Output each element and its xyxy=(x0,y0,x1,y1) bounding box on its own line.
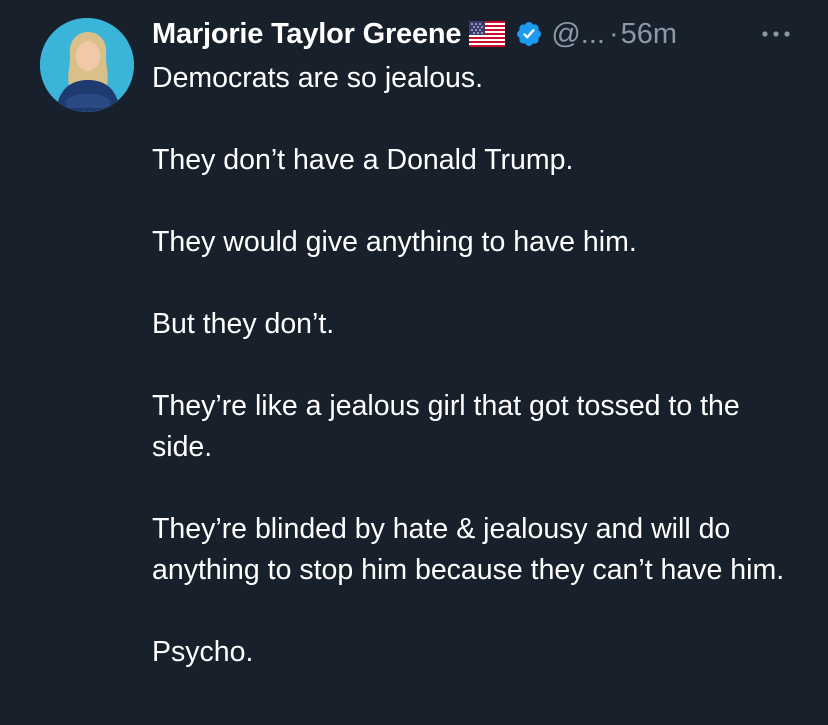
more-horizontal-icon[interactable] xyxy=(754,22,798,46)
tweet-header: Marjorie Taylor Greene @... · 56m xyxy=(152,14,798,54)
author-handle[interactable]: @... xyxy=(551,18,605,51)
tweet-paragraph: Psycho. xyxy=(152,636,254,668)
tweet-paragraph: Democrats are so jealous. xyxy=(152,62,484,94)
timestamp[interactable]: 56m xyxy=(621,18,677,51)
separator-dot: · xyxy=(608,17,619,50)
tweet-paragraph: They’re blinded by hate & jealousy and w… xyxy=(152,513,785,586)
tweet-paragraph: They’re like a jealous girl that got tos… xyxy=(152,390,740,463)
us-flag-icon xyxy=(469,21,506,47)
avatar-image xyxy=(40,18,134,112)
author-name[interactable]: Marjorie Taylor Greene xyxy=(152,18,462,51)
avatar[interactable] xyxy=(40,18,134,112)
tweet-paragraph: They would give anything to have him. xyxy=(152,226,637,258)
tweet-paragraph: But they don’t. xyxy=(152,308,335,340)
verified-badge-icon[interactable] xyxy=(515,20,543,48)
tweet-paragraph: They don’t have a Donald Trump. xyxy=(152,144,574,176)
tweet: Marjorie Taylor Greene @... · 56m Democr… xyxy=(0,0,828,725)
tweet-text: Democrats are so jealous. They don’t hav… xyxy=(152,58,792,714)
